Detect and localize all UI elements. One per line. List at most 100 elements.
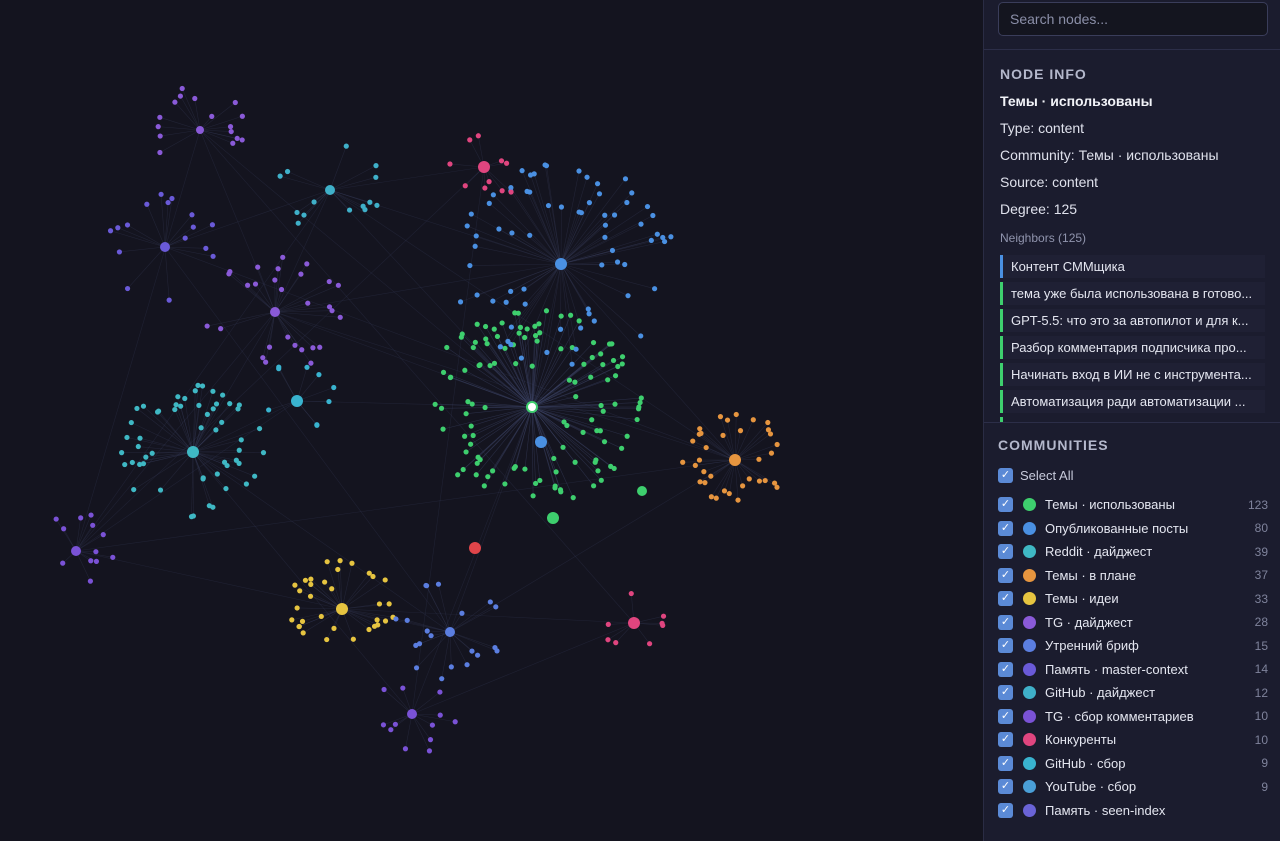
graph-node[interactable] (367, 199, 373, 205)
graph-node[interactable] (601, 439, 608, 445)
graph-node[interactable] (532, 333, 539, 339)
graph-node[interactable] (509, 230, 515, 236)
graph-node[interactable] (218, 326, 224, 332)
graph-node[interactable] (158, 191, 164, 197)
graph-node[interactable] (596, 191, 603, 197)
graph-node[interactable] (578, 210, 584, 216)
graph-node[interactable] (472, 339, 478, 345)
graph-node[interactable] (302, 577, 309, 583)
graph-node[interactable] (370, 573, 376, 580)
graph-node[interactable] (564, 422, 570, 429)
graph-node[interactable] (750, 417, 756, 423)
graph-node[interactable] (746, 476, 752, 482)
graph-node[interactable] (606, 341, 613, 347)
graph-node[interactable] (263, 359, 269, 365)
graph-node[interactable] (426, 748, 433, 754)
graph-node[interactable] (322, 579, 328, 585)
graph-node[interactable] (598, 351, 604, 357)
graph-node[interactable] (573, 394, 579, 400)
graph-node[interactable] (239, 137, 245, 143)
graph-node[interactable] (60, 560, 66, 566)
graph-node[interactable] (611, 465, 617, 472)
graph-hub-node[interactable] (71, 546, 81, 556)
graph-hub-node[interactable] (336, 603, 348, 615)
graph-node[interactable] (149, 450, 155, 456)
graph-node[interactable] (690, 438, 696, 444)
graph-node[interactable] (199, 383, 206, 389)
graph-node[interactable] (774, 441, 780, 448)
graph-node[interactable] (219, 419, 225, 425)
checkbox-icon[interactable]: ✓ (998, 520, 1013, 536)
graph-node[interactable] (521, 286, 527, 292)
graph-node[interactable] (134, 405, 140, 412)
graph-node[interactable] (124, 434, 130, 441)
graph-node[interactable] (536, 321, 542, 327)
graph-node[interactable] (619, 354, 626, 360)
graph-node[interactable] (482, 323, 489, 330)
graph-node[interactable] (131, 486, 137, 493)
graph-node[interactable] (252, 281, 259, 287)
graph-node[interactable] (349, 560, 355, 566)
graph-node[interactable] (294, 209, 300, 216)
graph-node[interactable] (238, 437, 244, 443)
community-item[interactable]: ✓ Reddit · дайджест 39 (998, 540, 1268, 564)
graph-node[interactable] (584, 174, 590, 180)
graph-node[interactable] (61, 526, 67, 532)
graph-hub-node[interactable] (628, 617, 640, 629)
graph-node[interactable] (581, 361, 587, 367)
graph-node[interactable] (308, 576, 314, 582)
graph-node[interactable] (100, 532, 106, 538)
graph-node[interactable] (326, 278, 332, 285)
graph-node[interactable] (652, 286, 658, 292)
graph-node[interactable] (635, 406, 642, 412)
graph-node[interactable] (648, 237, 654, 244)
graph-node[interactable] (696, 431, 702, 437)
checkbox-icon[interactable]: ✓ (998, 614, 1013, 630)
graph-node[interactable] (599, 262, 605, 268)
graph-node[interactable] (558, 313, 564, 319)
graph-node[interactable] (586, 311, 592, 317)
graph-node[interactable] (503, 160, 510, 166)
graph-node[interactable] (624, 433, 630, 439)
graph-hub-node[interactable] (555, 258, 567, 270)
graph-node[interactable] (622, 261, 628, 268)
graph-node[interactable] (331, 384, 337, 391)
graph-node[interactable] (485, 474, 491, 480)
graph-node[interactable] (598, 477, 604, 483)
graph-node[interactable] (175, 394, 181, 400)
graph-node[interactable] (324, 636, 330, 643)
graph-node[interactable] (462, 367, 468, 373)
graph-node[interactable] (490, 298, 496, 304)
graph-hub-node[interactable] (187, 446, 199, 458)
graph-node[interactable] (557, 487, 564, 493)
graph-node[interactable] (697, 426, 703, 432)
graph-node[interactable] (499, 320, 505, 326)
graph-node[interactable] (721, 488, 728, 494)
graph-node[interactable] (266, 407, 272, 413)
graph-node[interactable] (182, 395, 188, 402)
graph-node[interactable] (638, 395, 644, 401)
graph-node[interactable] (392, 721, 398, 727)
graph-node[interactable] (192, 388, 198, 394)
graph-node[interactable] (157, 487, 164, 493)
graph-node[interactable] (457, 299, 464, 305)
graph-node[interactable] (166, 297, 172, 303)
checkbox-icon[interactable]: ✓ (998, 544, 1013, 560)
graph-node[interactable] (427, 737, 434, 743)
graph-node[interactable] (590, 339, 597, 346)
graph-node[interactable] (314, 422, 320, 428)
community-item[interactable]: ✓ Темы · использованы 123 (998, 493, 1268, 517)
graph-node[interactable] (625, 293, 631, 299)
graph-node[interactable] (335, 566, 341, 573)
graph-node[interactable] (518, 355, 524, 361)
graph-node[interactable] (467, 262, 473, 269)
graph-node[interactable] (602, 234, 608, 240)
graph-node[interactable] (228, 128, 234, 135)
graph-hub-node[interactable] (478, 161, 490, 173)
graph-node[interactable] (572, 379, 578, 385)
neighbor-item[interactable]: Разбор комментария подписчика про... (1000, 336, 1265, 359)
graph-node[interactable] (692, 462, 698, 469)
graph-hub-node[interactable] (445, 627, 455, 637)
graph-node[interactable] (605, 621, 611, 627)
graph-node[interactable] (491, 360, 498, 366)
